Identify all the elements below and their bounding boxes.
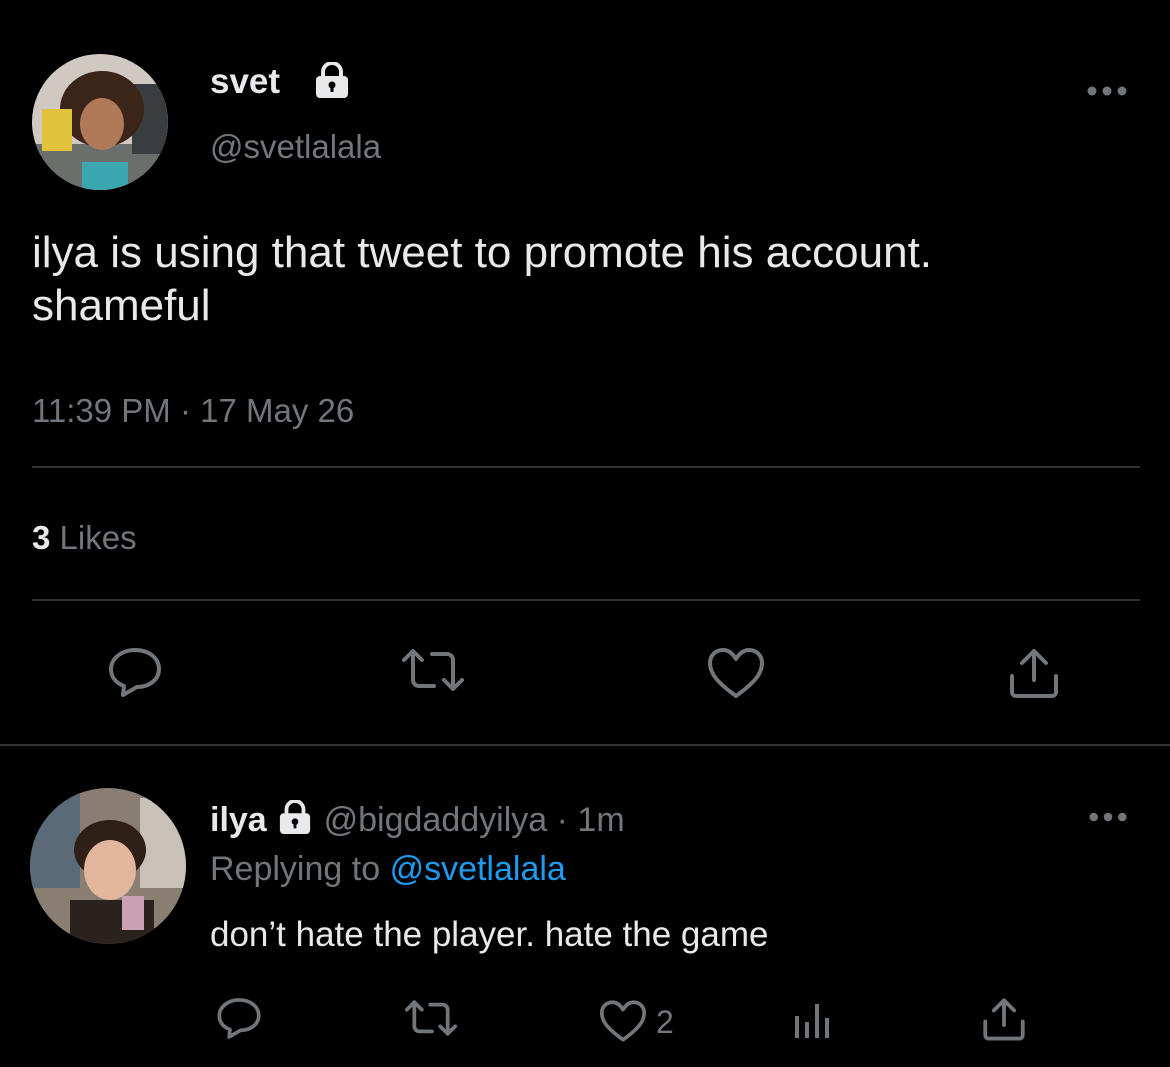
reply-like-count: 2 (656, 1004, 674, 1040)
reply-icon[interactable] (107, 646, 163, 698)
replying-to-handle[interactable]: @svetlalala (390, 850, 566, 888)
likes-stat[interactable]: 3 Likes (32, 519, 137, 557)
tweet-text-line-1: ilya is using that tweet to promote his … (32, 228, 933, 277)
lock-icon (276, 800, 314, 834)
like-icon[interactable] (598, 999, 648, 1043)
reply-author-name[interactable]: ilya (210, 801, 267, 839)
reply-icon[interactable] (216, 996, 262, 1040)
reply-time[interactable]: 1m (577, 801, 624, 839)
tweet-time: 11:39 PM (32, 392, 171, 429)
more-icon[interactable] (1088, 810, 1128, 824)
likes-count: 3 (32, 519, 51, 556)
avatar-ilya[interactable] (30, 788, 186, 944)
divider-top (32, 466, 1140, 468)
author-name[interactable]: svet (210, 62, 280, 102)
divider-bottom (32, 599, 1140, 601)
replying-to-label: Replying to (210, 850, 381, 888)
share-icon[interactable] (980, 996, 1028, 1042)
retweet-icon[interactable] (400, 646, 466, 694)
reply-author-handle[interactable]: @bigdaddyilya (324, 801, 548, 839)
section-divider (0, 744, 1170, 746)
analytics-icon[interactable] (792, 1000, 832, 1040)
tweet-text: ilya is using that tweet to promote his … (32, 226, 932, 332)
tweet-text-line-2: shameful (32, 281, 211, 330)
tweet-timestamp[interactable]: 11:39 PM · 17 May 26 (32, 392, 354, 430)
like-icon[interactable] (706, 646, 766, 700)
tweet-date: 17 May 26 (200, 392, 355, 429)
reply-text: don’t hate the player. hate the game (210, 915, 769, 954)
timestamp-separator: · (179, 392, 191, 429)
reply-separator: · (556, 801, 568, 839)
likes-label: Likes (59, 519, 137, 556)
author-handle[interactable]: @svetlalala (210, 128, 381, 166)
more-icon[interactable] (1086, 84, 1128, 98)
share-icon[interactable] (1006, 646, 1062, 700)
avatar-svet[interactable] (32, 54, 168, 190)
replying-to: Replying to @svetlalala (210, 850, 566, 888)
retweet-icon[interactable] (403, 998, 459, 1038)
reply-header: ilya @bigdaddyilya · 1m (210, 800, 625, 839)
lock-icon (312, 62, 352, 98)
